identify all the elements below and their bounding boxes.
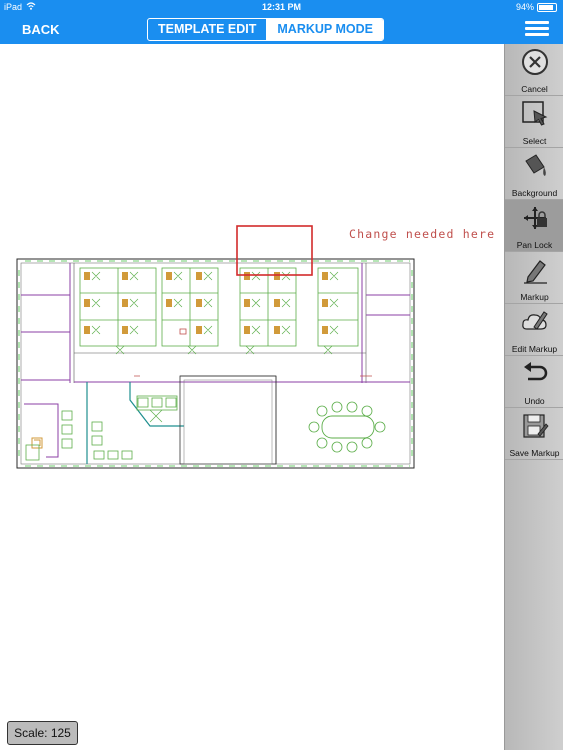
floor-plan	[16, 225, 415, 469]
pan-lock-button[interactable]: Pan Lock	[505, 200, 563, 252]
undo-icon	[523, 362, 547, 381]
cancel-button[interactable]: Cancel	[505, 44, 563, 96]
save-markup-label: Save Markup	[509, 448, 560, 458]
drawing-canvas[interactable]: Change needed here	[0, 44, 504, 750]
background-label: Background	[511, 188, 558, 198]
undo-label: Undo	[524, 396, 545, 406]
tool-sidebar: Cancel Select Background Pan Lock Markup…	[504, 44, 563, 750]
edit-markup-icon	[521, 311, 548, 330]
pan-lock-icon	[523, 207, 547, 229]
back-button[interactable]: BACK	[22, 22, 60, 37]
clock: 12:31 PM	[261, 2, 302, 12]
scale-indicator: Scale: 125	[7, 721, 78, 745]
pencil-icon	[523, 260, 547, 284]
pan-lock-label: Pan Lock	[516, 240, 553, 250]
battery-percent: 94%	[515, 2, 534, 12]
paint-bucket-icon	[524, 154, 546, 176]
undo-button[interactable]: Undo	[505, 356, 563, 408]
edit-markup-label: Edit Markup	[511, 344, 558, 354]
status-bar: iPad 12:31 PM 94%	[0, 0, 563, 15]
nav-bar: BACK TEMPLATE EDIT MARKUP MODE	[0, 15, 563, 44]
select-button[interactable]: Select	[505, 96, 563, 148]
tab-markup-mode[interactable]: MARKUP MODE	[267, 19, 383, 40]
markup-note[interactable]: Change needed here	[349, 227, 495, 241]
menu-icon[interactable]	[525, 18, 549, 40]
tab-template-edit[interactable]: TEMPLATE EDIT	[148, 19, 268, 40]
markup-label: Markup	[520, 292, 549, 302]
select-icon	[521, 101, 547, 126]
markup-button[interactable]: Markup	[505, 252, 563, 304]
mode-segmented-control: TEMPLATE EDIT MARKUP MODE	[147, 18, 384, 41]
battery-indicator: 94%	[515, 2, 557, 13]
select-label: Select	[522, 136, 547, 146]
edit-markup-button[interactable]: Edit Markup	[505, 304, 563, 356]
background-button[interactable]: Background	[505, 148, 563, 200]
save-markup-button[interactable]: Save Markup	[505, 408, 563, 460]
cancel-label: Cancel	[521, 84, 548, 94]
battery-icon	[537, 3, 557, 13]
save-icon	[522, 414, 549, 438]
cancel-icon	[521, 49, 548, 75]
